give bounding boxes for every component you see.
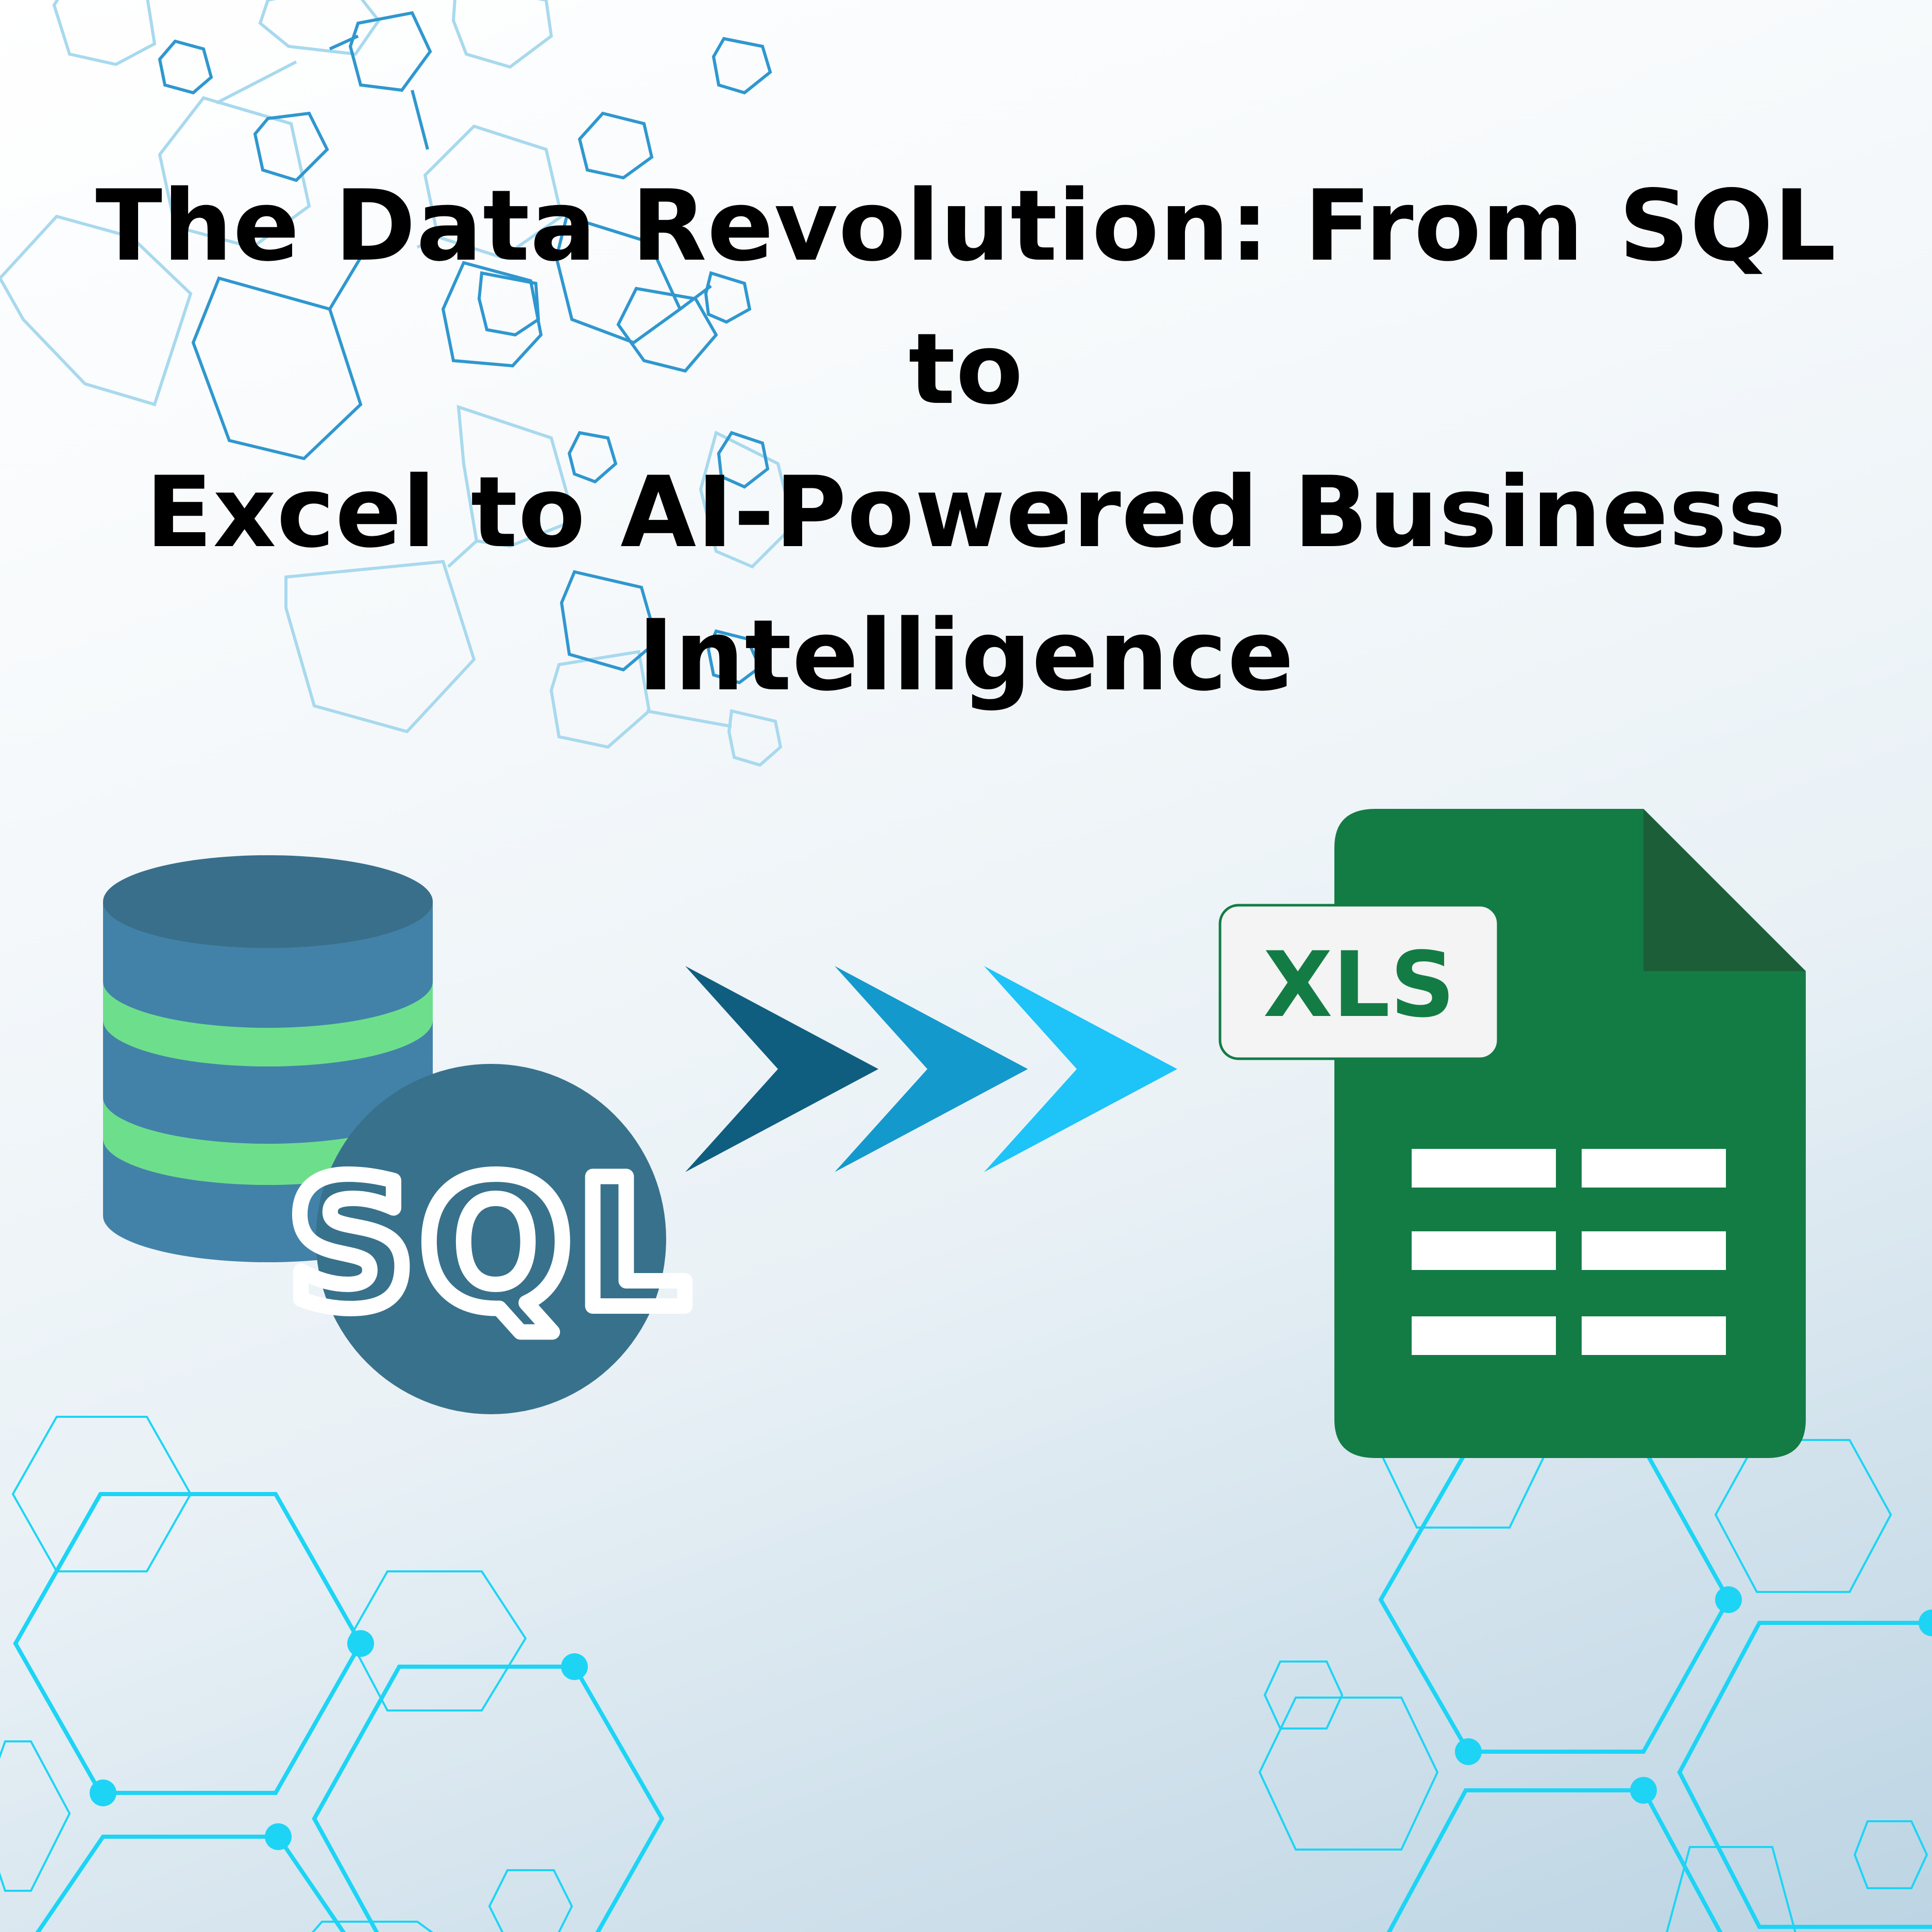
- chevron-arrow-1: [685, 966, 878, 1172]
- xls-file-icon: XLS: [1218, 809, 1806, 1458]
- xls-label-text: XLS: [1263, 933, 1455, 1038]
- sql-badge-text: SQL: [287, 1142, 695, 1348]
- database-top: [103, 855, 433, 948]
- chevron-arrows: [685, 966, 1177, 1172]
- sql-to-excel-illustration: SQL XLS: [103, 809, 1806, 1458]
- xls-file-fold: [1643, 809, 1806, 971]
